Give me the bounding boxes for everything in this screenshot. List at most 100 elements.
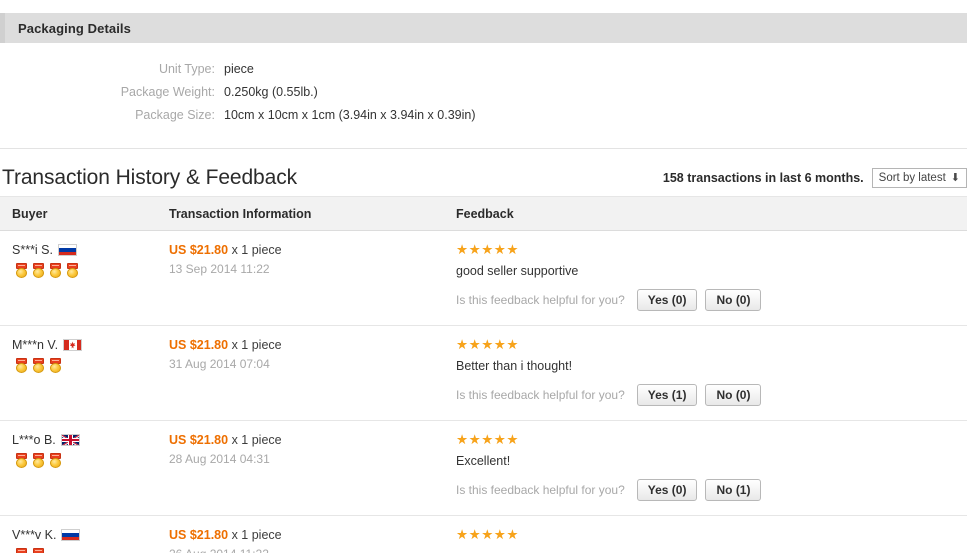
transaction-price-line: US $21.80 x 1 piece xyxy=(169,243,454,258)
packaging-detail-row: Package Weight: 0.250kg (0.55lb.) xyxy=(0,85,700,108)
packaging-detail-value: 10cm x 10cm x 1cm (3.94in x 3.94in x 0.3… xyxy=(224,108,476,122)
feedback-yes-button[interactable]: Yes (1) xyxy=(636,384,698,406)
feedback-comment: good seller supportive xyxy=(456,264,579,278)
feedback-yes-button[interactable]: Yes (0) xyxy=(636,479,698,501)
transaction-information-cell: US $21.80 x 1 piece 13 Sep 2014 11:22 xyxy=(168,230,455,326)
medal-icon xyxy=(49,453,62,468)
medal-icon xyxy=(32,263,45,278)
buyer-identity: M***n V. xyxy=(12,338,167,352)
rating-stars: ★★★★★ xyxy=(456,527,520,542)
packaging-details-section-bar: Packaging Details xyxy=(0,13,967,43)
buyer-identity: V***v K. xyxy=(12,528,167,542)
rating-stars: ★★★★★ xyxy=(456,432,520,447)
feedback-cell: ★★★★★ good seller supportive Is this feedb… xyxy=(455,230,967,326)
packaging-detail-row: Package Size: 10cm x 10cm x 1cm (3.94in x… xyxy=(0,108,700,131)
transaction-history-header-right: 158 transactions in last 6 months. Sort … xyxy=(663,168,967,190)
medal-icon xyxy=(15,453,28,468)
feedback-cell: ★★★★★ Better than i thought! Is this feedb… xyxy=(455,325,967,421)
transaction-price: US $21.80 xyxy=(169,338,229,352)
table-head: Buyer Transaction Information Feedback xyxy=(0,196,967,231)
feedback-cell: ★★★★★ Excellent! Is this feedback helpful … xyxy=(455,420,967,516)
buyer-identity: L***o B. xyxy=(12,433,167,447)
medal-icon xyxy=(49,358,62,373)
page-root: Packaging Details Unit Type: piece Package… xyxy=(0,0,967,553)
arrow-down-icon: ⬇ xyxy=(950,171,960,184)
medal-icon xyxy=(66,263,79,278)
feedback-comment: Excellent! xyxy=(456,454,511,468)
transaction-date: 28 Aug 2014 04:31 xyxy=(169,452,270,466)
page-title: Transaction History & Feedback xyxy=(2,166,298,189)
feedback-comment: великолепно xyxy=(456,549,967,553)
feedback-vote-buttons: Yes (1) No (0) xyxy=(636,384,762,406)
rating-stars: ★★★★★ xyxy=(456,337,520,352)
feedback-yes-button[interactable]: Yes (0) xyxy=(636,289,698,311)
transaction-price: US $21.80 xyxy=(169,433,229,447)
feedback-no-button[interactable]: No (1) xyxy=(705,479,762,501)
buyer-medals xyxy=(12,263,167,278)
packaging-detail-value: piece xyxy=(224,62,254,76)
medal-icon xyxy=(32,548,45,553)
transaction-price-line: US $21.80 x 1 piece xyxy=(169,528,454,543)
packaging-detail-value: 0.250kg (0.55lb.) xyxy=(224,85,318,99)
packaging-details-title: Packaging Details xyxy=(18,20,131,36)
packaging-details-table: Unit Type: piece Package Weight: 0.250kg (0… xyxy=(0,62,700,131)
buyer-medals xyxy=(12,358,167,373)
transaction-price: US $21.80 xyxy=(169,243,229,257)
maple-leaf-icon xyxy=(69,341,76,349)
section-divider xyxy=(0,148,967,149)
medal-icon xyxy=(32,358,45,373)
feedback-helpful-row: Is this feedback helpful for you? Yes (0)… xyxy=(456,289,967,311)
feedback-helpful-question: Is this feedback helpful for you? xyxy=(456,483,625,497)
feedback-no-button[interactable]: No (0) xyxy=(705,384,762,406)
flag-russia-icon xyxy=(58,244,77,256)
flag-russia-icon xyxy=(61,529,81,541)
table-header-row: Buyer Transaction Information Feedback xyxy=(0,196,967,231)
table-body: S***i S. US $21.80 x 1 piece 13 Sep 2014 1… xyxy=(0,230,967,553)
transaction-information-cell: US $21.80 x 1 piece 28 Aug 2014 04:31 xyxy=(168,420,455,516)
column-header-feedback: Feedback xyxy=(455,196,967,231)
medal-icon xyxy=(32,453,45,468)
packaging-detail-label: Unit Type: xyxy=(158,62,215,76)
feedback-helpful-question: Is this feedback helpful for you? xyxy=(456,388,625,402)
feedback-helpful-row: Is this feedback helpful for you? Yes (1)… xyxy=(456,384,967,406)
section-bar-accent xyxy=(0,13,5,43)
transaction-count-text: 158 transactions in last 6 months. xyxy=(662,171,864,185)
transaction-price-line: US $21.80 x 1 piece xyxy=(169,433,454,448)
buyer-name: V***v K. xyxy=(12,528,57,542)
feedback-vote-buttons: Yes (0) No (0) xyxy=(636,289,762,311)
packaging-detail-row: Unit Type: piece xyxy=(0,62,700,85)
flag-canada-icon xyxy=(63,339,83,351)
buyer-medals xyxy=(12,548,167,553)
packaging-detail-label: Package Weight: xyxy=(120,85,215,99)
packaging-details-body: Unit Type: piece Package Weight: 0.250kg (0… xyxy=(0,62,700,131)
medal-icon xyxy=(49,263,62,278)
transaction-quantity: x 1 piece xyxy=(231,528,282,542)
column-header-transaction-information: Transaction Information xyxy=(168,196,455,231)
transaction-history-header: Transaction History & Feedback 158 trans… xyxy=(0,156,967,190)
transaction-price: US $21.80 xyxy=(169,528,229,542)
feedback-comment: Better than i thought! xyxy=(456,359,573,373)
feedback-helpful-row: Is this feedback helpful for you? Yes (0)… xyxy=(456,479,967,501)
buyer-identity: S***i S. xyxy=(12,243,167,257)
medal-icon xyxy=(15,358,28,373)
table-row: M***n V. US $21.80 x 1 piece 31 Aug 2014 0… xyxy=(0,325,967,421)
transaction-date: 31 Aug 2014 07:04 xyxy=(169,357,270,371)
column-header-buyer: Buyer xyxy=(0,196,168,231)
table-row: L***o B. US $21.80 x 1 piece 28 Aug 2014 0… xyxy=(0,420,967,516)
feedback-cell: ★★★★★великолепноIs this feedback helpful… xyxy=(455,515,967,553)
transaction-quantity: x 1 piece xyxy=(231,338,282,352)
transaction-quantity: x 1 piece xyxy=(231,433,282,447)
sort-by-latest-button[interactable]: Sort by latest ⬇ xyxy=(871,168,967,188)
buyer-cell: M***n V. xyxy=(0,325,168,421)
feedback-helpful-question: Is this feedback helpful for you? xyxy=(456,293,625,307)
transaction-quantity: x 1 piece xyxy=(231,243,282,257)
table-row: V***v K. US $21.80 x 1 piece 26 Aug 2014 1… xyxy=(0,515,967,553)
transaction-date: 13 Sep 2014 11:22 xyxy=(169,262,270,276)
feedback-no-button[interactable]: No (0) xyxy=(705,289,762,311)
transaction-date: 26 Aug 2014 11:22 xyxy=(169,547,454,553)
rating-stars: ★★★★★ xyxy=(456,242,520,257)
flag-united-kingdom-icon xyxy=(60,434,80,446)
transaction-price-line: US $21.80 x 1 piece xyxy=(169,338,454,353)
buyer-medals xyxy=(12,453,167,468)
buyer-name: S***i S. xyxy=(12,243,53,257)
